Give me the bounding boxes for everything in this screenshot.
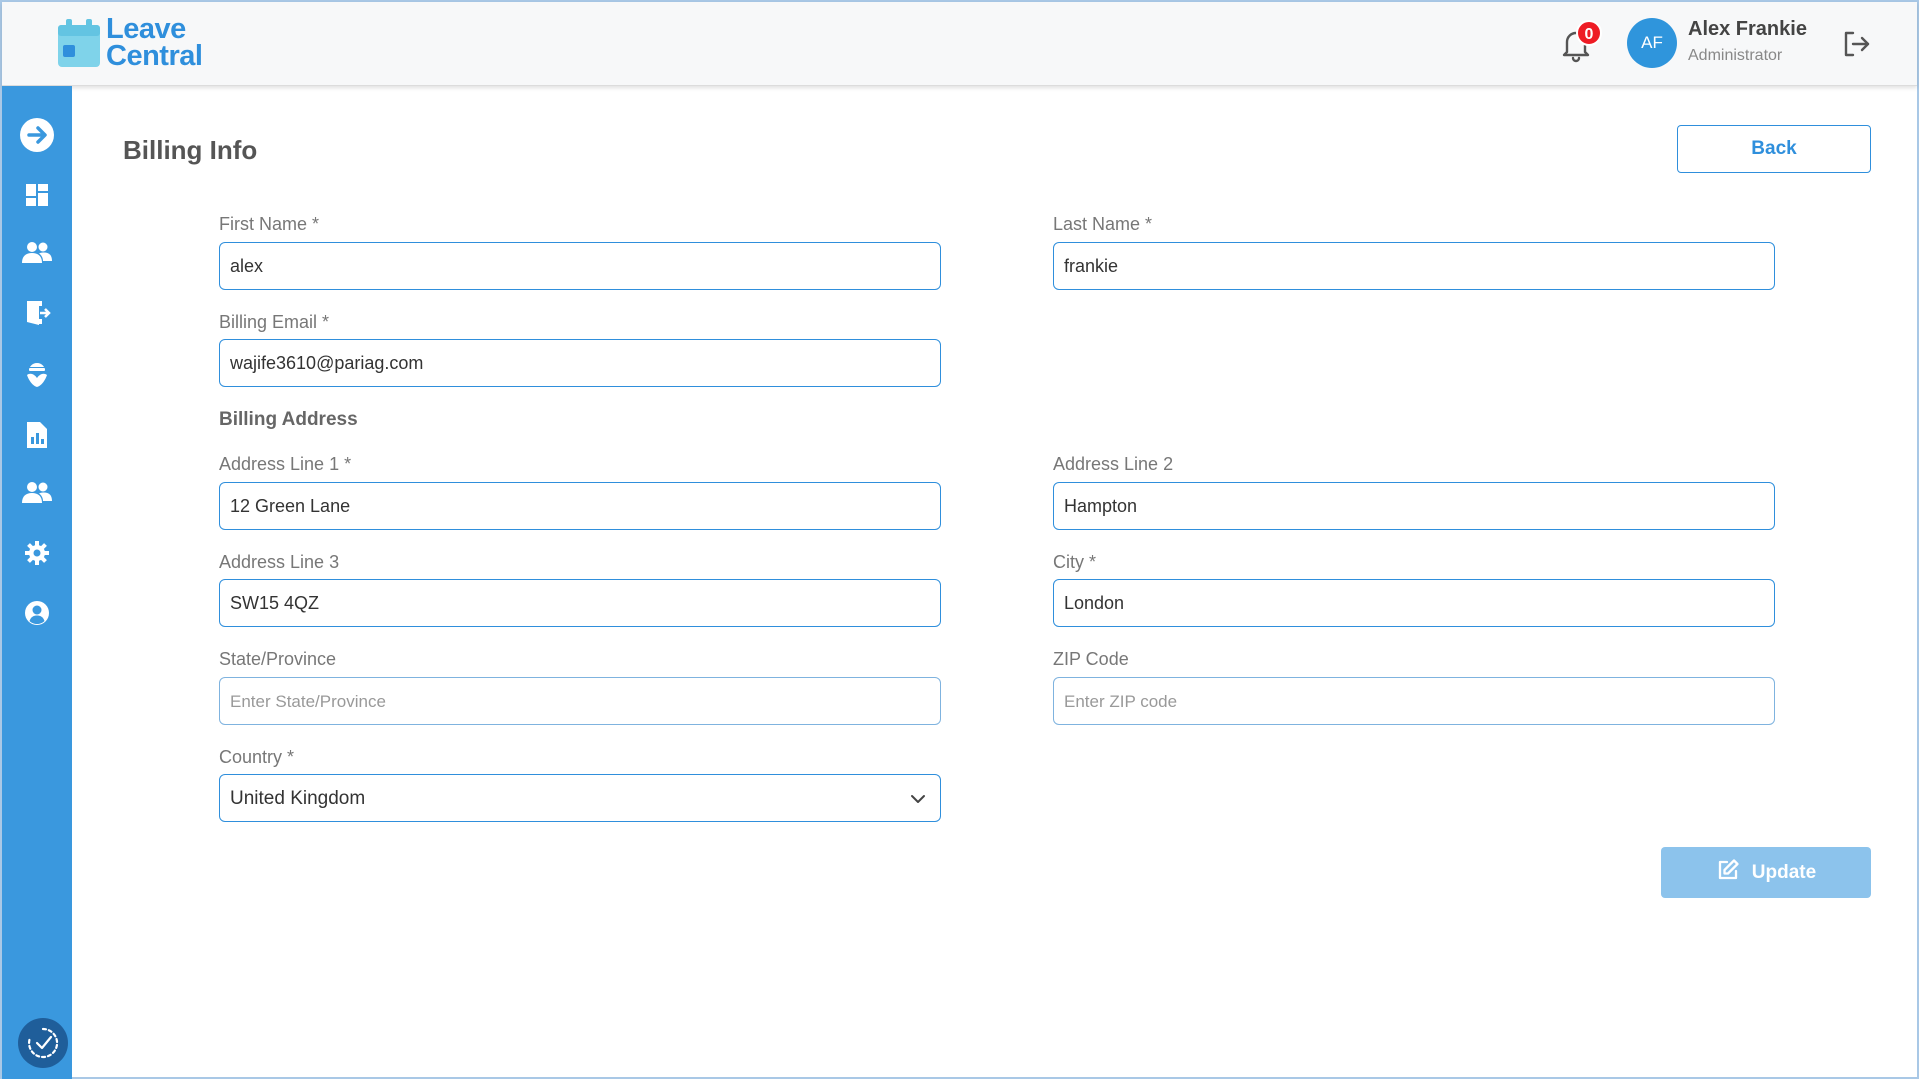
address-line3-label: Address Line 3 [219,552,340,572]
state-input[interactable] [219,677,941,725]
zip-label: ZIP Code [1053,649,1129,669]
user-circle-icon[interactable] [19,595,55,631]
sidebar-expand-icon[interactable] [19,117,55,153]
dashboard-icon[interactable] [19,177,55,213]
city-label: City * [1053,552,1097,572]
avatar[interactable]: AF [1627,18,1677,68]
report-icon[interactable] [19,417,55,453]
top-header: Leave Central 0 AF Alex Frankie Administ… [2,2,1917,86]
edit-icon [1716,858,1740,888]
app-logo[interactable]: Leave Central [56,13,203,72]
user-role: Administrator [1688,47,1783,64]
exit-door-icon[interactable] [19,295,55,331]
first-name-input[interactable] [219,242,941,290]
address-line2-label: Address Line 2 [1053,454,1174,474]
zip-input[interactable] [1053,677,1775,725]
users-icon[interactable] [19,235,55,271]
logo-text-leave: Leave [106,13,186,45]
country-select[interactable]: United Kingdom [219,774,941,822]
billing-email-label: Billing Email * [219,312,330,332]
state-label: State/Province [219,649,337,669]
billing-address-title: Billing Address [219,409,358,430]
notification-badge: 0 [1576,20,1602,46]
chevron-down-icon [908,789,928,809]
update-button[interactable]: Update [1661,847,1871,898]
sidebar [2,86,72,1079]
plant-icon[interactable] [19,357,55,393]
calendar-logo-icon [56,17,102,69]
address-line3-input[interactable] [219,579,941,627]
user-name: Alex Frankie [1688,18,1807,40]
last-name-label: Last Name * [1053,214,1153,234]
clock-check-icon[interactable] [18,1018,68,1068]
first-name-label: First Name * [219,214,320,234]
update-button-label: Update [1751,861,1817,883]
country-label: Country * [219,747,295,767]
logout-icon[interactable] [1840,28,1872,60]
last-name-input[interactable] [1053,242,1775,290]
country-select-value: United Kingdom [230,788,366,809]
back-button[interactable]: Back [1677,125,1871,173]
city-input[interactable] [1053,579,1775,627]
address-line1-input[interactable] [219,482,941,530]
gear-icon[interactable] [19,535,55,571]
billing-email-input[interactable] [219,339,941,387]
team-icon[interactable] [19,475,55,511]
address-line2-input[interactable] [1053,482,1775,530]
address-line1-label: Address Line 1 * [219,454,352,474]
logo-text-central: Central [106,40,203,72]
page-title: Billing Info [123,135,258,165]
